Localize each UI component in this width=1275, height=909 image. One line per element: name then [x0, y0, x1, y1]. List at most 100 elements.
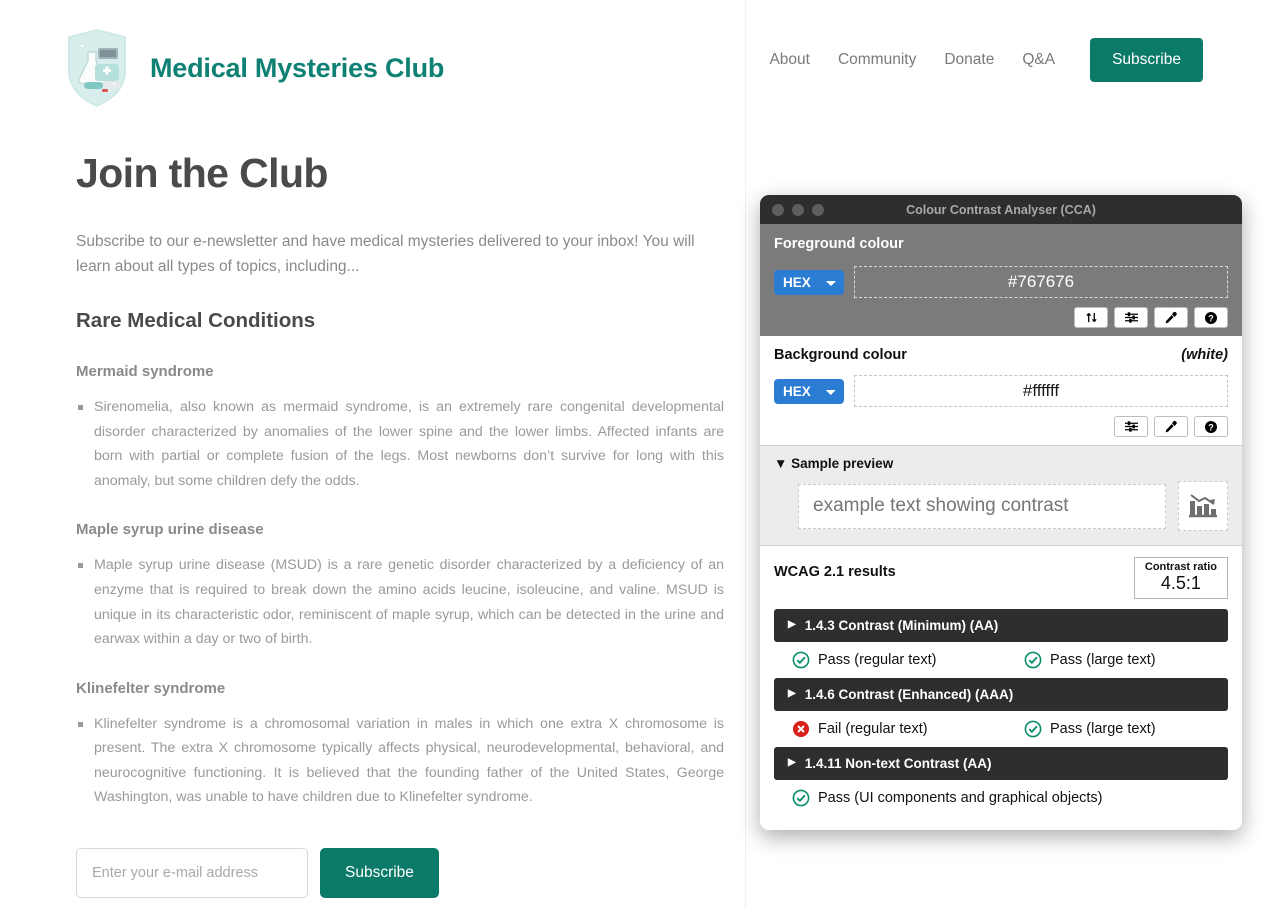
svg-text:?: ? [1208, 422, 1214, 432]
pass-icon [792, 789, 810, 807]
window-title: Colour Contrast Analyser (CCA) [906, 202, 1096, 217]
cca-window: Colour Contrast Analyser (CCA) Foregroun… [760, 195, 1242, 830]
background-format-select[interactable]: HEX [774, 378, 844, 404]
foreground-sliders-button[interactable] [1114, 307, 1148, 328]
sample-graphic [1178, 481, 1228, 531]
foreground-icon-row: ? [774, 307, 1228, 328]
nav-item-qa[interactable]: Q&A [1008, 51, 1069, 69]
outcome-item: Pass (large text) [1024, 651, 1156, 669]
criterion-143-outcomes: Pass (regular text) Pass (large text) [774, 642, 1228, 678]
subscribe-submit-button[interactable]: Subscribe [320, 847, 439, 898]
condition-list-msud: Maple syrup urine disease (MSUD) is a ra… [76, 553, 724, 651]
background-row: HEX [774, 375, 1228, 407]
header-subscribe-button[interactable]: Subscribe [1090, 38, 1203, 82]
nav-item-community[interactable]: Community [824, 51, 930, 69]
window-titlebar[interactable]: Colour Contrast Analyser (CCA) [760, 195, 1242, 224]
background-help-button[interactable]: ? [1194, 416, 1228, 437]
site-header: Medical Mysteries Club About Community D… [0, 0, 1245, 125]
contrast-ratio-box: Contrast ratio 4.5:1 [1133, 557, 1228, 599]
shield-logo-icon [64, 24, 130, 112]
background-sliders-button[interactable] [1114, 416, 1148, 437]
sample-preview-row: example text showing contrast [774, 481, 1228, 531]
criterion-146-header[interactable]: ▶ 1.4.6 Contrast (Enhanced) (AAA) [774, 677, 1228, 711]
email-field[interactable] [76, 847, 308, 898]
wcag-results-header: WCAG 2.1 results Contrast ratio 4.5:1 [774, 557, 1228, 599]
outcome-text: Pass (large text) [1050, 720, 1156, 737]
outcome-text: Fail (regular text) [818, 720, 928, 737]
criterion-146-outcomes: Fail (regular text) Pass (large text) [774, 711, 1228, 747]
sample-preview-section: ▼ Sample preview example text showing co… [760, 445, 1242, 546]
nav-item-donate[interactable]: Donate [930, 51, 1008, 69]
swap-colours-button[interactable] [1074, 307, 1108, 328]
subscribe-form: Subscribe [76, 847, 724, 898]
chevron-right-icon: ▶ [788, 619, 796, 631]
outcome-text: Pass (large text) [1050, 651, 1156, 668]
foreground-eyedropper-button[interactable] [1154, 307, 1188, 328]
background-icon-row: ? [774, 416, 1228, 437]
outcome-item: Fail (regular text) [792, 720, 1024, 738]
foreground-section: Foreground colour HEX #767676 ? [760, 224, 1242, 336]
criterion-143-label: 1.4.3 Contrast (Minimum) (AA) [804, 617, 999, 633]
background-colour-note: (white) [1181, 347, 1228, 363]
nav-item-about[interactable]: About [755, 51, 824, 69]
outcome-item: Pass (regular text) [792, 651, 1024, 669]
main-content: Join the Club Subscribe to our e-newslet… [76, 150, 724, 909]
section-heading: Rare Medical Conditions [76, 309, 316, 333]
chevron-right-icon: ▶ [788, 688, 796, 700]
condition-title-klinefelter: Klinefelter syndrome [76, 679, 226, 697]
swap-icon [1085, 312, 1097, 323]
contrast-ratio-value: 4.5:1 [1160, 573, 1201, 593]
foreground-help-button[interactable]: ? [1194, 307, 1228, 328]
list-item: Sirenomelia, also known as mermaid syndr… [76, 395, 724, 493]
sliders-icon [1124, 312, 1138, 323]
sample-text: example text showing contrast [798, 483, 1166, 529]
criterion-1411-label: 1.4.11 Non-text Contrast (AA) [804, 755, 992, 771]
condition-title-mermaid: Mermaid syndrome [76, 363, 214, 381]
wcag-results-title: WCAG 2.1 results [774, 564, 896, 580]
outcome-item: Pass (UI components and graphical object… [792, 789, 1103, 807]
pass-icon [792, 651, 810, 669]
outcome-item: Pass (large text) [1024, 720, 1156, 738]
eyedropper-icon [1165, 311, 1177, 323]
criterion-146-label: 1.4.6 Contrast (Enhanced) (AAA) [804, 686, 1014, 702]
help-icon: ? [1205, 420, 1217, 433]
background-section: Background colour (white) HEX #ffffff ? [760, 336, 1242, 445]
criterion-143-header[interactable]: ▶ 1.4.3 Contrast (Minimum) (AA) [774, 608, 1228, 642]
eyedropper-icon [1165, 420, 1177, 432]
foreground-label: Foreground colour [774, 236, 904, 252]
background-eyedropper-button[interactable] [1154, 416, 1188, 437]
background-hex-input[interactable] [854, 375, 1228, 407]
main-nav: About Community Donate Q&A Subscribe [755, 38, 1203, 82]
condition-list-klinefelter: Klinefelter syndrome is a chromosomal va… [76, 712, 724, 810]
sample-preview-toggle[interactable]: ▼ Sample preview [774, 456, 1228, 471]
brand[interactable]: Medical Mysteries Club [62, 24, 444, 112]
criterion-1411-header[interactable]: ▶ 1.4.11 Non-text Contrast (AA) [774, 746, 1228, 780]
condition-title-msud: Maple syrup urine disease [76, 521, 264, 539]
sliders-icon [1124, 421, 1138, 432]
chevron-right-icon: ▶ [788, 757, 796, 769]
foreground-format-select[interactable]: HEX [774, 269, 844, 295]
contrast-ratio-label: Contrast ratio [1144, 561, 1217, 573]
outcome-text: Pass (regular text) [818, 651, 937, 668]
screen: Medical Mysteries Club About Community D… [0, 0, 1275, 909]
chevron-down-icon: ▼ [774, 456, 788, 471]
background-label: Background colour [774, 347, 907, 363]
brand-title: Medical Mysteries Club [150, 52, 445, 83]
sample-preview-label: Sample preview [791, 456, 894, 471]
condition-list-mermaid: Sirenomelia, also known as mermaid syndr… [76, 395, 724, 493]
bar-chart-declining-icon [1189, 494, 1217, 518]
svg-text:?: ? [1208, 313, 1214, 323]
criterion-1411-outcomes: Pass (UI components and graphical object… [774, 780, 1228, 816]
outcome-text: Pass (UI components and graphical object… [818, 789, 1103, 806]
background-header: Background colour (white) [774, 347, 1228, 363]
list-item: Klinefelter syndrome is a chromosomal va… [76, 712, 724, 810]
page-title: Join the Club [76, 150, 328, 196]
intro-paragraph: Subscribe to our e-newsletter and have m… [76, 233, 695, 276]
fail-icon [793, 720, 809, 737]
help-icon: ? [1205, 311, 1217, 324]
pass-icon [1024, 720, 1042, 738]
wcag-results-section: WCAG 2.1 results Contrast ratio 4.5:1 ▶ … [760, 546, 1242, 830]
list-item: Maple syrup urine disease (MSUD) is a ra… [76, 553, 724, 651]
foreground-hex-input[interactable] [854, 266, 1228, 298]
pass-icon [1024, 651, 1042, 669]
